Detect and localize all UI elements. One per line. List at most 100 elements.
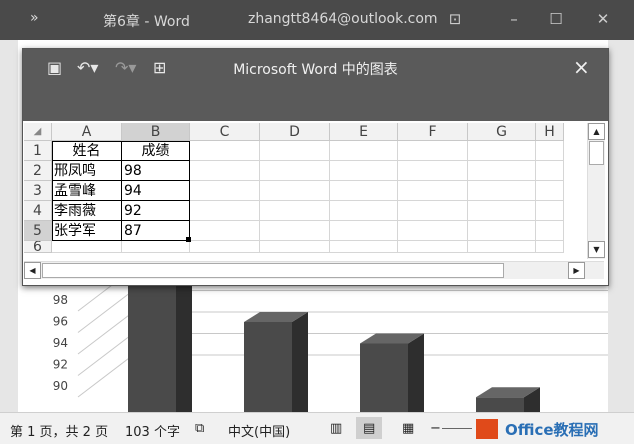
cell-f1[interactable] [398,141,468,161]
ribbon-display-options-icon[interactable]: ⊡ [444,8,466,30]
dialog-header: ▣ ↶▾ ↷▾ ⊞ Microsoft Word 中的图表 × [23,49,608,121]
close-icon[interactable]: ✕ [592,8,614,30]
cell-d6[interactable] [260,241,330,253]
cell-h2[interactable] [536,161,564,181]
column-header-c[interactable]: C [190,123,260,141]
cell-a3[interactable]: 孟雪峰 [52,181,122,201]
column-header-f[interactable]: F [398,123,468,141]
column-header-d[interactable]: D [260,123,330,141]
cell-f5[interactable] [398,221,468,241]
scroll-left-icon[interactable]: ◀ [24,262,41,279]
watermark-text: Office教程网 [505,421,599,439]
proofing-icon[interactable]: ⧉ [195,421,204,436]
horizontal-scrollbar[interactable]: ◀ ▶ [24,261,604,279]
cell-a4[interactable]: 李雨薇 [52,201,122,221]
page-indicator[interactable]: 第 1 页，共 2 页 [10,421,108,440]
scroll-down-icon[interactable]: ▼ [588,241,605,258]
cell-e1[interactable] [330,141,398,161]
cell-d4[interactable] [260,201,330,221]
cell-b5[interactable]: 87 [122,221,190,241]
cell-c4[interactable] [190,201,260,221]
scroll-up-icon[interactable]: ▲ [588,123,605,140]
range-resize-handle[interactable] [186,237,191,242]
y-tick-label: 96 [53,315,68,329]
cell-e3[interactable] [330,181,398,201]
row-header-6[interactable]: 6 [24,241,52,253]
cell-f3[interactable] [398,181,468,201]
cell-a5[interactable]: 张学军 [52,221,122,241]
row-header-3[interactable]: 3 [24,181,52,201]
row-header-2[interactable]: 2 [24,161,52,181]
cell-a1[interactable]: 姓名 [52,141,122,161]
minimize-icon[interactable]: – [503,8,525,30]
cell-b6[interactable] [122,241,190,253]
cell-b2[interactable]: 98 [122,161,190,181]
cell-f6[interactable] [398,241,468,253]
column-header-h[interactable]: H [536,123,564,141]
column-header-g[interactable]: G [468,123,536,141]
cell-h5[interactable] [536,221,564,241]
horizontal-scroll-thumb[interactable] [42,263,504,278]
cell-d3[interactable] [260,181,330,201]
cell-f4[interactable] [398,201,468,221]
cell-e4[interactable] [330,201,398,221]
read-mode-icon[interactable]: ▥ [330,421,342,436]
zoom-out-button[interactable]: − [430,421,441,436]
column-header-a[interactable]: A [52,123,122,141]
cell-g1[interactable] [468,141,536,161]
cell-d5[interactable] [260,221,330,241]
bar-side-3 [408,333,424,412]
gridline-slant [77,333,134,376]
language-indicator[interactable]: 中文(中国) [228,421,290,440]
cell-c2[interactable] [190,161,260,181]
quick-access-overflow-icon[interactable]: » [30,10,39,26]
row-header-5[interactable]: 5 [24,221,52,241]
column-header-b[interactable]: B [122,123,190,141]
cell-b1[interactable]: 成绩 [122,141,190,161]
cell-c3[interactable] [190,181,260,201]
bar-4 [476,397,524,412]
cell-d2[interactable] [260,161,330,181]
cell-f2[interactable] [398,161,468,181]
cell-a2[interactable]: 邢凤鸣 [52,161,122,181]
cell-h4[interactable] [536,201,564,221]
bar-3 [360,343,408,412]
gridline-slant [77,290,134,333]
row-header-1[interactable]: 1 [24,141,52,161]
cell-b4[interactable]: 92 [122,201,190,221]
bar-side-1 [176,269,192,412]
y-tick-label: 92 [53,358,68,372]
cell-e5[interactable] [330,221,398,241]
bar-1 [128,279,176,412]
cell-g3[interactable] [468,181,536,201]
cell-b3[interactable]: 94 [122,181,190,201]
scroll-right-icon[interactable]: ▶ [568,262,585,279]
cell-h6[interactable] [536,241,564,253]
select-all-corner[interactable]: ◢ [24,123,52,141]
account-email[interactable]: zhangtt8464@outlook.com [248,11,438,27]
cell-e6[interactable] [330,241,398,253]
cell-h3[interactable] [536,181,564,201]
word-count[interactable]: 103 个字 [125,421,180,440]
cell-g6[interactable] [468,241,536,253]
cell-g5[interactable] [468,221,536,241]
web-layout-icon[interactable]: ▦ [402,421,414,436]
cell-c1[interactable] [190,141,260,161]
cell-g4[interactable] [468,201,536,221]
vertical-scroll-thumb[interactable] [589,141,604,165]
word-title-bar: » 第6章 - Word zhangtt8464@outlook.com ⊡ –… [0,0,634,40]
cell-c5[interactable] [190,221,260,241]
cell-d1[interactable] [260,141,330,161]
maximize-icon[interactable]: ☐ [545,8,567,30]
zoom-slider[interactable] [442,428,472,429]
row-header-4[interactable]: 4 [24,201,52,221]
dialog-close-button[interactable]: × [573,55,590,79]
vertical-scrollbar[interactable]: ▲ ▼ [587,123,605,259]
cell-a6[interactable] [52,241,122,253]
cell-h1[interactable] [536,141,564,161]
cell-e2[interactable] [330,161,398,181]
status-bar: 第 1 页，共 2 页 103 个字 ⧉ 中文(中国) ▥ ▤ ▦ − Offi… [0,412,634,444]
cell-g2[interactable] [468,161,536,181]
cell-c6[interactable] [190,241,260,253]
column-header-e[interactable]: E [330,123,398,141]
